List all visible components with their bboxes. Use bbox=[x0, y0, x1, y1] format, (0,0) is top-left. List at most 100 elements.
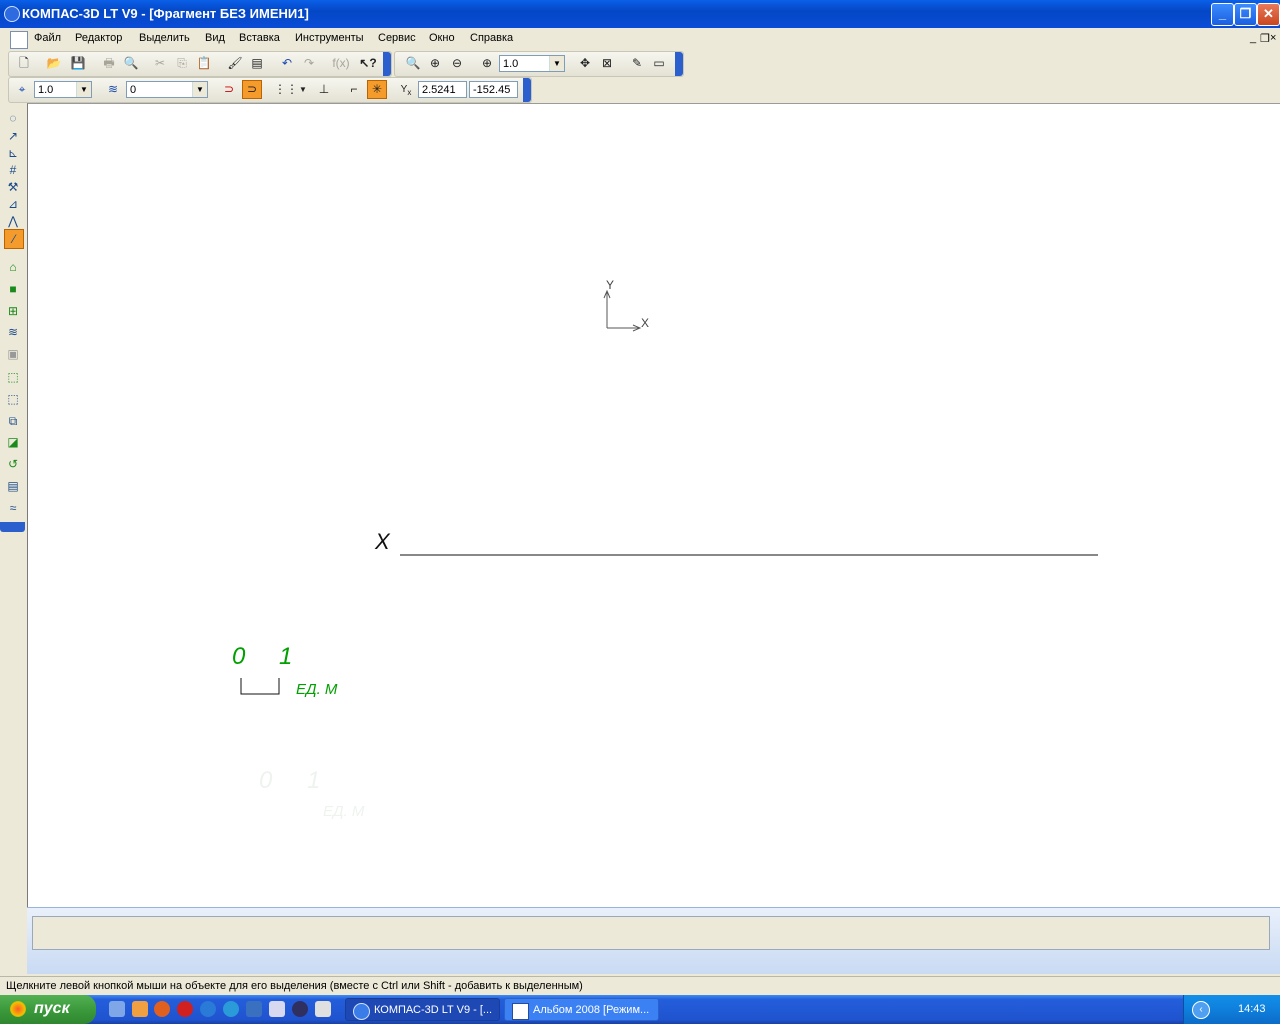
doc-close-button[interactable]: × bbox=[1270, 32, 1276, 44]
dimensions-icon[interactable]: ↗ bbox=[4, 127, 22, 145]
chevron-down-icon[interactable]: ▼ bbox=[76, 82, 91, 97]
doc-restore-button[interactable]: ❐ bbox=[1260, 32, 1270, 45]
menu-insert[interactable]: Вставка bbox=[239, 32, 280, 44]
zoom-in-icon[interactable]: ⊕ bbox=[426, 55, 444, 72]
cursor-step-icon[interactable]: ⌖ bbox=[13, 81, 31, 98]
layer-combo[interactable]: 0 ▼ bbox=[126, 81, 208, 98]
show-all-icon[interactable]: ⊠ bbox=[598, 55, 616, 72]
volume-icon[interactable] bbox=[1214, 1001, 1228, 1015]
select-all-icon[interactable]: ⬚ bbox=[4, 368, 22, 386]
grid-icon[interactable]: ⋮⋮ bbox=[274, 81, 298, 98]
properties-icon[interactable]: 🖌 bbox=[226, 55, 244, 72]
paste-icon[interactable]: 📋 bbox=[195, 55, 213, 72]
measure-icon[interactable]: ⊿ bbox=[4, 195, 22, 213]
doc-minimize-button[interactable]: _ bbox=[1250, 32, 1256, 44]
scale-bracket[interactable] bbox=[240, 678, 280, 695]
layers-icon[interactable]: ≋ bbox=[104, 81, 122, 98]
close-button[interactable]: ✕ bbox=[1257, 3, 1280, 26]
status-bar: Щелкните левой кнопкой мыши на объекте д… bbox=[0, 976, 1280, 997]
designations-icon[interactable]: ⊾ bbox=[4, 144, 22, 162]
menu-file[interactable]: Файл bbox=[34, 32, 61, 44]
variables-icon[interactable]: f(x) bbox=[329, 55, 353, 72]
refresh-icon[interactable]: ✎ bbox=[628, 55, 646, 72]
snap-magnet-icon[interactable]: ⊃ bbox=[220, 81, 238, 98]
menu-select[interactable]: Выделить bbox=[139, 32, 190, 44]
menu-window[interactable]: Окно bbox=[429, 32, 455, 44]
word-icon[interactable] bbox=[246, 1001, 262, 1017]
undo-select-icon[interactable]: ↺ bbox=[4, 455, 22, 473]
zoom-scale-icon[interactable]: ⊕ bbox=[478, 55, 496, 72]
spec-icon[interactable]: ⁄ bbox=[4, 229, 24, 249]
firefox-icon[interactable] bbox=[154, 1001, 170, 1017]
new-icon[interactable]: 🗋 bbox=[15, 55, 33, 72]
select-layer-icon[interactable]: ◪ bbox=[4, 433, 22, 451]
ortho-icon[interactable]: ⌐ bbox=[345, 81, 363, 98]
disk-icon[interactable] bbox=[269, 1001, 285, 1017]
drawing-canvas[interactable]: Y X X 0 1 ЕД. М 0 1 ЕД. М bbox=[27, 103, 1280, 907]
media-player-icon[interactable] bbox=[292, 1001, 308, 1017]
opera-icon[interactable] bbox=[177, 1001, 193, 1017]
kompas-app-icon bbox=[4, 6, 20, 22]
report-icon[interactable]: ▤ bbox=[4, 477, 22, 495]
step-combo[interactable]: 1.0 ▼ bbox=[34, 81, 92, 98]
coord-y-field[interactable]: -152.45 bbox=[469, 81, 518, 98]
save-icon[interactable]: 💾 bbox=[69, 55, 87, 72]
select-cross-icon[interactable]: ⧉ bbox=[4, 412, 22, 430]
parametric-mode-icon[interactable]: ✳ bbox=[367, 80, 387, 99]
local-snap-icon[interactable]: ⊃ bbox=[242, 80, 262, 99]
ghost-one-label: 1 bbox=[307, 767, 320, 794]
coord-x-field[interactable]: 2.5241 bbox=[418, 81, 467, 98]
internet-explorer-icon[interactable] bbox=[223, 1001, 239, 1017]
select-window-icon[interactable]: ⬚ bbox=[4, 390, 22, 408]
print-icon[interactable]: 🖶 bbox=[100, 55, 118, 72]
library-icon[interactable]: ▣ bbox=[4, 345, 22, 363]
copy-icon[interactable]: ⎘ bbox=[173, 55, 191, 72]
local-cs-icon[interactable]: ⊥ bbox=[315, 81, 333, 98]
print-preview-icon[interactable]: 🔍 bbox=[122, 55, 140, 72]
undo-icon[interactable]: ↶ bbox=[278, 55, 296, 72]
document-icon[interactable] bbox=[10, 31, 28, 49]
messenger-icon[interactable] bbox=[132, 1001, 148, 1017]
selection-icon[interactable]: ⋀ bbox=[4, 212, 22, 230]
chevron-down-icon[interactable]: ▼ bbox=[549, 56, 564, 71]
task-kompas[interactable]: КОМПАС-3D LT V9 - [... bbox=[345, 998, 500, 1021]
views-icon[interactable]: ⌂ bbox=[4, 258, 22, 276]
toolbar-chevron-icon[interactable] bbox=[383, 52, 391, 76]
menu-help[interactable]: Справка bbox=[470, 32, 513, 44]
menu-tools[interactable]: Инструменты bbox=[295, 32, 364, 44]
cut-icon[interactable]: ✂ bbox=[151, 55, 169, 72]
mail-icon[interactable] bbox=[315, 1001, 331, 1017]
display-icon[interactable]: ▭ bbox=[650, 55, 668, 72]
help-pointer-icon[interactable]: ↖? bbox=[359, 55, 377, 72]
layers-icon[interactable]: ≋ bbox=[4, 323, 22, 341]
toolbar-chevron-icon[interactable] bbox=[523, 78, 531, 102]
redo-icon[interactable]: ↷ bbox=[300, 55, 318, 72]
chevron-down-icon[interactable]: ▼ bbox=[192, 82, 207, 97]
property-panel-field[interactable] bbox=[32, 916, 1270, 950]
pan-icon[interactable]: ✥ bbox=[576, 55, 594, 72]
zoom-combo[interactable]: 1.0 ▼ bbox=[499, 55, 565, 72]
edit-icon[interactable]: # bbox=[4, 161, 22, 179]
grid-dropdown-icon[interactable]: ▼ bbox=[294, 81, 312, 98]
start-button[interactable]: пуск bbox=[0, 995, 96, 1024]
zoom-window-icon[interactable]: 🔍 bbox=[404, 55, 422, 72]
minimize-button[interactable]: _ bbox=[1211, 3, 1234, 26]
network-icon[interactable] bbox=[109, 1001, 125, 1017]
menu-view[interactable]: Вид bbox=[205, 32, 225, 44]
insert-view-icon[interactable]: ⊞ bbox=[4, 302, 22, 320]
search-icon[interactable] bbox=[200, 1001, 216, 1017]
menu-editor[interactable]: Редактор bbox=[75, 32, 122, 44]
task-album[interactable]: Альбом 2008 [Режим... bbox=[504, 998, 659, 1021]
menu-service[interactable]: Сервис bbox=[378, 32, 416, 44]
zoom-out-icon[interactable]: ⊖ bbox=[448, 55, 466, 72]
insert-fragment-icon[interactable]: ■ bbox=[4, 280, 22, 298]
parametrization-icon[interactable]: ⚒ bbox=[4, 178, 22, 196]
chevron-left-icon[interactable]: ‹ bbox=[1192, 1001, 1210, 1019]
hatch-icon[interactable]: ≈ bbox=[4, 499, 22, 517]
restore-button[interactable]: ❐ bbox=[1234, 3, 1257, 26]
panel-chevron-icon[interactable] bbox=[0, 522, 25, 532]
geometry-icon[interactable]: ◌ bbox=[4, 109, 22, 127]
toolbar-chevron-icon[interactable] bbox=[675, 52, 683, 76]
library-manager-icon[interactable]: ▤ bbox=[248, 55, 266, 72]
open-icon[interactable]: 📂 bbox=[45, 55, 63, 72]
